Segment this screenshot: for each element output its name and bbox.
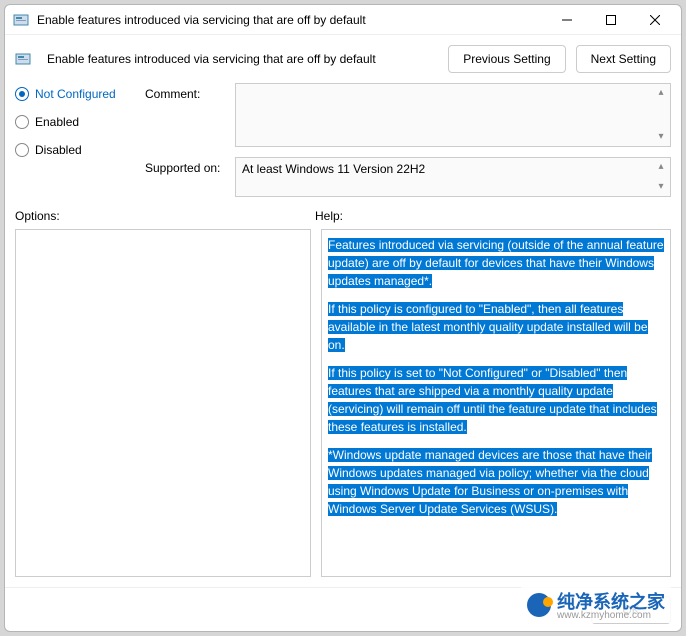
radio-icon	[15, 87, 29, 101]
supported-on-box: At least Windows 11 Version 22H2 ▴ ▾	[235, 157, 671, 197]
previous-setting-button[interactable]: Previous Setting	[448, 45, 565, 73]
options-pane	[15, 229, 311, 577]
radio-label: Not Configured	[35, 87, 116, 101]
policy-icon	[15, 51, 31, 67]
maximize-icon	[606, 15, 616, 25]
supported-on-label: Supported on:	[145, 157, 225, 197]
watermark-url: www.kzmyhome.com	[557, 610, 665, 621]
policy-icon	[13, 12, 29, 28]
radio-disabled[interactable]: Disabled	[15, 143, 135, 157]
help-paragraph: *Windows update managed devices are thos…	[328, 448, 652, 516]
radio-icon	[15, 115, 29, 129]
radio-icon	[15, 143, 29, 157]
watermark-logo-icon	[527, 593, 551, 617]
dialog-window: Enable features introduced via servicing…	[4, 4, 682, 632]
watermark-text: 纯净系统之家	[557, 592, 665, 612]
minimize-button[interactable]	[545, 6, 589, 34]
help-content: Features introduced via servicing (outsi…	[328, 236, 664, 518]
comment-label: Comment:	[145, 83, 225, 147]
policy-title: Enable features introduced via servicing…	[47, 52, 376, 66]
help-pane[interactable]: Features introduced via servicing (outsi…	[321, 229, 671, 577]
state-radio-group: Not Configured Enabled Disabled	[15, 83, 135, 197]
next-setting-button[interactable]: Next Setting	[576, 45, 671, 73]
maximize-button[interactable]	[589, 6, 633, 34]
options-label: Options:	[15, 209, 315, 223]
header-row: Enable features introduced via servicing…	[5, 35, 681, 77]
watermark: 纯净系统之家 www.kzmyhome.com	[521, 586, 671, 623]
help-paragraph: If this policy is configured to "Enabled…	[328, 302, 648, 352]
scroll-up-icon[interactable]: ▴	[654, 86, 668, 100]
radio-label: Enabled	[35, 115, 79, 129]
help-paragraph: Features introduced via servicing (outsi…	[328, 238, 664, 288]
scroll-down-icon[interactable]: ▾	[654, 130, 668, 144]
scroll-up-icon[interactable]: ▴	[654, 160, 668, 174]
titlebar: Enable features introduced via servicing…	[5, 5, 681, 35]
close-button[interactable]	[633, 6, 677, 34]
radio-label: Disabled	[35, 143, 82, 157]
minimize-icon	[562, 15, 572, 25]
close-icon	[650, 15, 660, 25]
window-title: Enable features introduced via servicing…	[37, 13, 366, 27]
help-paragraph: If this policy is set to "Not Configured…	[328, 366, 657, 434]
radio-enabled[interactable]: Enabled	[15, 115, 135, 129]
scroll-down-icon[interactable]: ▾	[654, 180, 668, 194]
supported-on-value: At least Windows 11 Version 22H2	[242, 162, 425, 176]
help-label: Help:	[315, 209, 343, 223]
radio-not-configured[interactable]: Not Configured	[15, 87, 135, 101]
comment-input[interactable]: ▴ ▾	[235, 83, 671, 147]
